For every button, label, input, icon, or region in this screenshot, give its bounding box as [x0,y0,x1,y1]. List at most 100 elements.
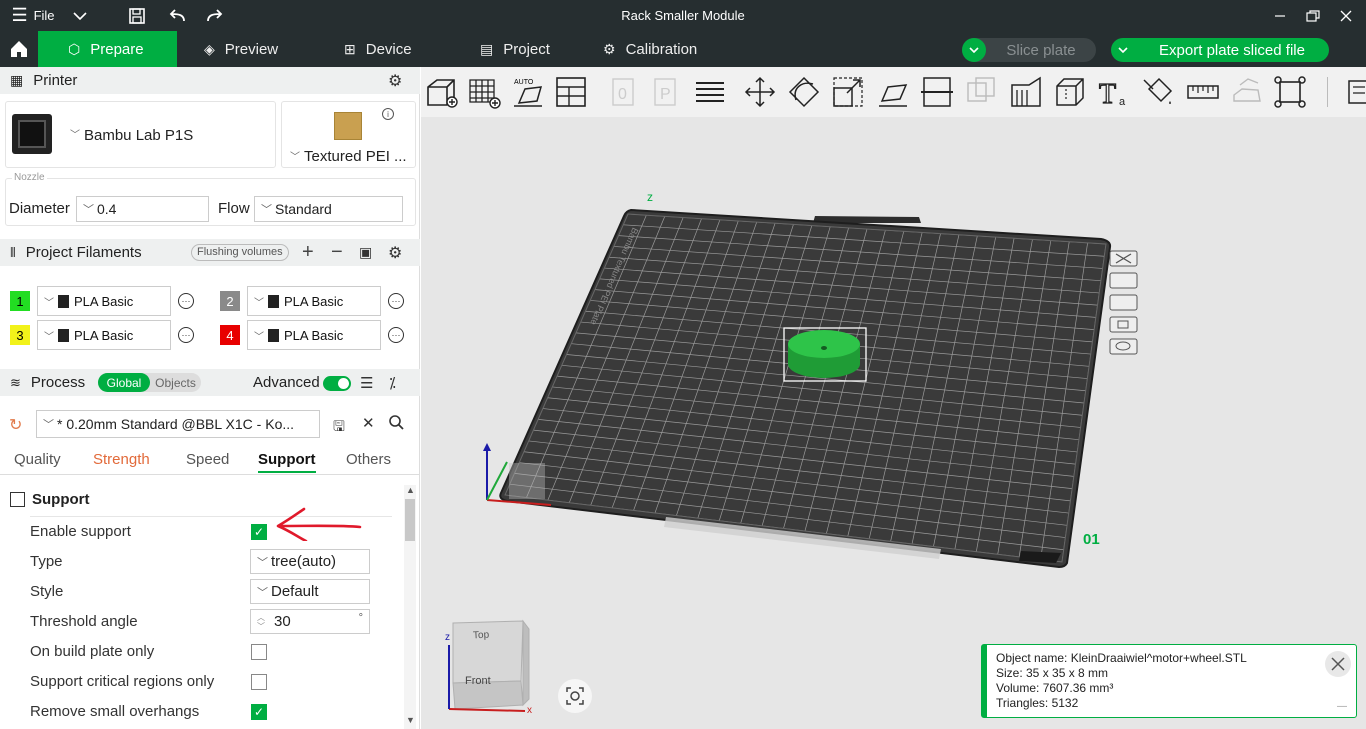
assembly-icon[interactable] [1230,75,1264,109]
camera-view-icon[interactable] [558,679,592,713]
more-icon[interactable]: ··· [178,293,194,309]
tab-speed[interactable]: Speed [186,451,229,468]
more-icon[interactable]: ··· [388,327,404,343]
list-icon[interactable]: ☰ [360,374,373,392]
3d-viewport[interactable]: AUTO 0 P Ta Bambu Textured PEI Plate 01 … [421,67,1366,729]
svg-text:0: 0 [618,86,627,103]
plate-0-icon[interactable]: 0 [607,75,641,109]
threshold-angle-spinner[interactable]: ︿ ﹀ 30 ° [250,609,370,634]
boolean-icon[interactable] [964,75,998,109]
measure-icon[interactable] [1186,75,1220,109]
filament-swatch[interactable]: 1 [10,291,30,311]
seam-paint-icon[interactable] [1053,75,1087,109]
plate-p-icon[interactable]: P [649,75,683,109]
advanced-switch[interactable] [323,376,351,391]
layers-list-icon[interactable] [693,75,727,109]
rotate-icon[interactable] [787,75,821,109]
slice-plate-button[interactable]: Slice plate [962,38,1096,62]
auto-orient-icon[interactable]: AUTO [511,75,545,109]
tab-calibration[interactable]: ⚙ Calibration [603,31,697,67]
tab-preview[interactable]: ◈ Preview [204,31,278,67]
add-plate-icon[interactable] [467,75,501,109]
fit-view-icon[interactable] [1273,75,1307,109]
toggle-global[interactable]: Global [98,373,150,392]
scale-icon[interactable] [831,75,865,109]
scroll-thumb[interactable] [405,499,415,541]
cut-icon[interactable] [920,75,954,109]
compare-icon[interactable]: ⁒ [389,374,396,392]
process-icon: ≋ [10,374,21,390]
text-tool-icon[interactable]: Ta [1097,75,1131,109]
plate-side-buttons[interactable] [1109,250,1138,355]
plate-thumbnail [334,112,362,140]
remove-icon[interactable]: − [331,241,343,264]
settings-gear-icon[interactable]: ⚙ [388,243,402,263]
support-paint-icon[interactable] [1009,75,1043,109]
sync-filament-icon[interactable]: ▣ [359,244,372,261]
add-icon[interactable]: + [302,241,314,264]
printer-selector[interactable]: ﹀ Bambu Lab P1S [5,101,276,168]
filament-select[interactable]: ﹀ PLA Basic [247,286,381,316]
filaments-section-header: ⦀ Project Filaments Flushing volumes + −… [0,239,420,266]
support-type-select[interactable]: ﹀ tree(auto) [250,549,370,574]
close-icon[interactable] [1325,651,1351,677]
plate-selector[interactable]: i ﹀ Textured PEI ... [281,101,416,168]
add-object-icon[interactable] [425,75,459,109]
reset-icon[interactable]: ↻ [9,415,22,435]
spinner-arrows-icon[interactable]: ︿ ﹀ [251,613,271,631]
arrange-icon[interactable] [554,75,588,109]
process-preset-select[interactable]: ﹀ * 0.20mm Standard @BBL X1C - Ko... [36,410,320,438]
filament-swatch[interactable]: 2 [220,291,240,311]
home-icon[interactable] [0,31,38,67]
global-objects-toggle[interactable]: Global Objects [98,373,201,392]
tab-others[interactable]: Others [346,451,391,468]
export-plate-button[interactable]: Export plate sliced file [1111,38,1329,62]
search-icon[interactable] [389,415,404,435]
settings-gear-icon[interactable]: ⚙ [388,71,402,91]
tab-project[interactable]: ▤ Project [480,31,550,67]
build-plate[interactable]: Bambu Textured PEI Plate 01 z [421,117,1366,729]
small-overhangs-checkbox[interactable]: ✓ [251,704,267,720]
restore-icon[interactable] [1300,0,1326,31]
more-tools-icon[interactable] [1339,75,1366,109]
collapse-icon[interactable]: — [1337,699,1347,714]
chevron-down-icon: ﹀ [83,204,94,216]
more-icon[interactable]: ··· [388,293,404,309]
critical-regions-checkbox[interactable] [251,674,267,690]
more-icon[interactable]: ··· [178,327,194,343]
support-style-select[interactable]: ﹀ Default [250,579,370,604]
chevron-down-icon: ﹀ [44,331,54,343]
tab-strength[interactable]: Strength [93,451,150,468]
lay-on-face-icon[interactable] [876,75,910,109]
close-icon[interactable] [1334,0,1358,31]
minimize-icon[interactable] [1268,0,1292,31]
filament-swatch[interactable]: 4 [220,325,240,345]
move-icon[interactable] [743,75,777,109]
flow-select[interactable]: ﹀ Standard [254,196,403,222]
filament-select[interactable]: ﹀ PLA Basic [37,320,171,350]
left-panel: ▦ Printer ⚙ ﹀ Bambu Lab P1S i ﹀ Textured… [0,67,420,729]
tab-prepare[interactable]: ⬡ Prepare [38,31,177,67]
tab-support[interactable]: Support [258,451,316,473]
save-preset-icon[interactable]: 🖫 [333,416,345,440]
view-cube[interactable]: Top Front z x [439,617,549,717]
tab-device[interactable]: ⊞ Device [344,31,412,67]
build-plate-only-checkbox[interactable] [251,644,267,660]
scroll-up-icon[interactable]: ▲ [406,485,415,495]
diameter-select[interactable]: ﹀ 0.4 [76,196,209,222]
enable-support-checkbox[interactable]: ✓ [251,524,267,540]
flushing-volumes-button[interactable]: Flushing volumes [191,244,289,261]
filament-swatch[interactable]: 3 [10,325,30,345]
scroll-down-icon[interactable]: ▼ [406,715,415,725]
toggle-objects[interactable]: Objects [150,373,201,392]
filament-select[interactable]: ﹀ PLA Basic [247,320,381,350]
tab-quality[interactable]: Quality [14,451,61,468]
chevron-down-icon[interactable] [962,38,986,62]
chevron-down-icon[interactable] [1111,38,1135,62]
info-icon[interactable]: i [382,108,394,120]
color-paint-icon[interactable] [1141,75,1175,109]
close-icon[interactable]: ✕ [362,414,375,432]
filament-select[interactable]: ﹀ PLA Basic [37,286,171,316]
object-triangles: Triangles: 5132 [996,696,1079,710]
scrollbar[interactable]: ▲ ▼ [404,485,416,729]
